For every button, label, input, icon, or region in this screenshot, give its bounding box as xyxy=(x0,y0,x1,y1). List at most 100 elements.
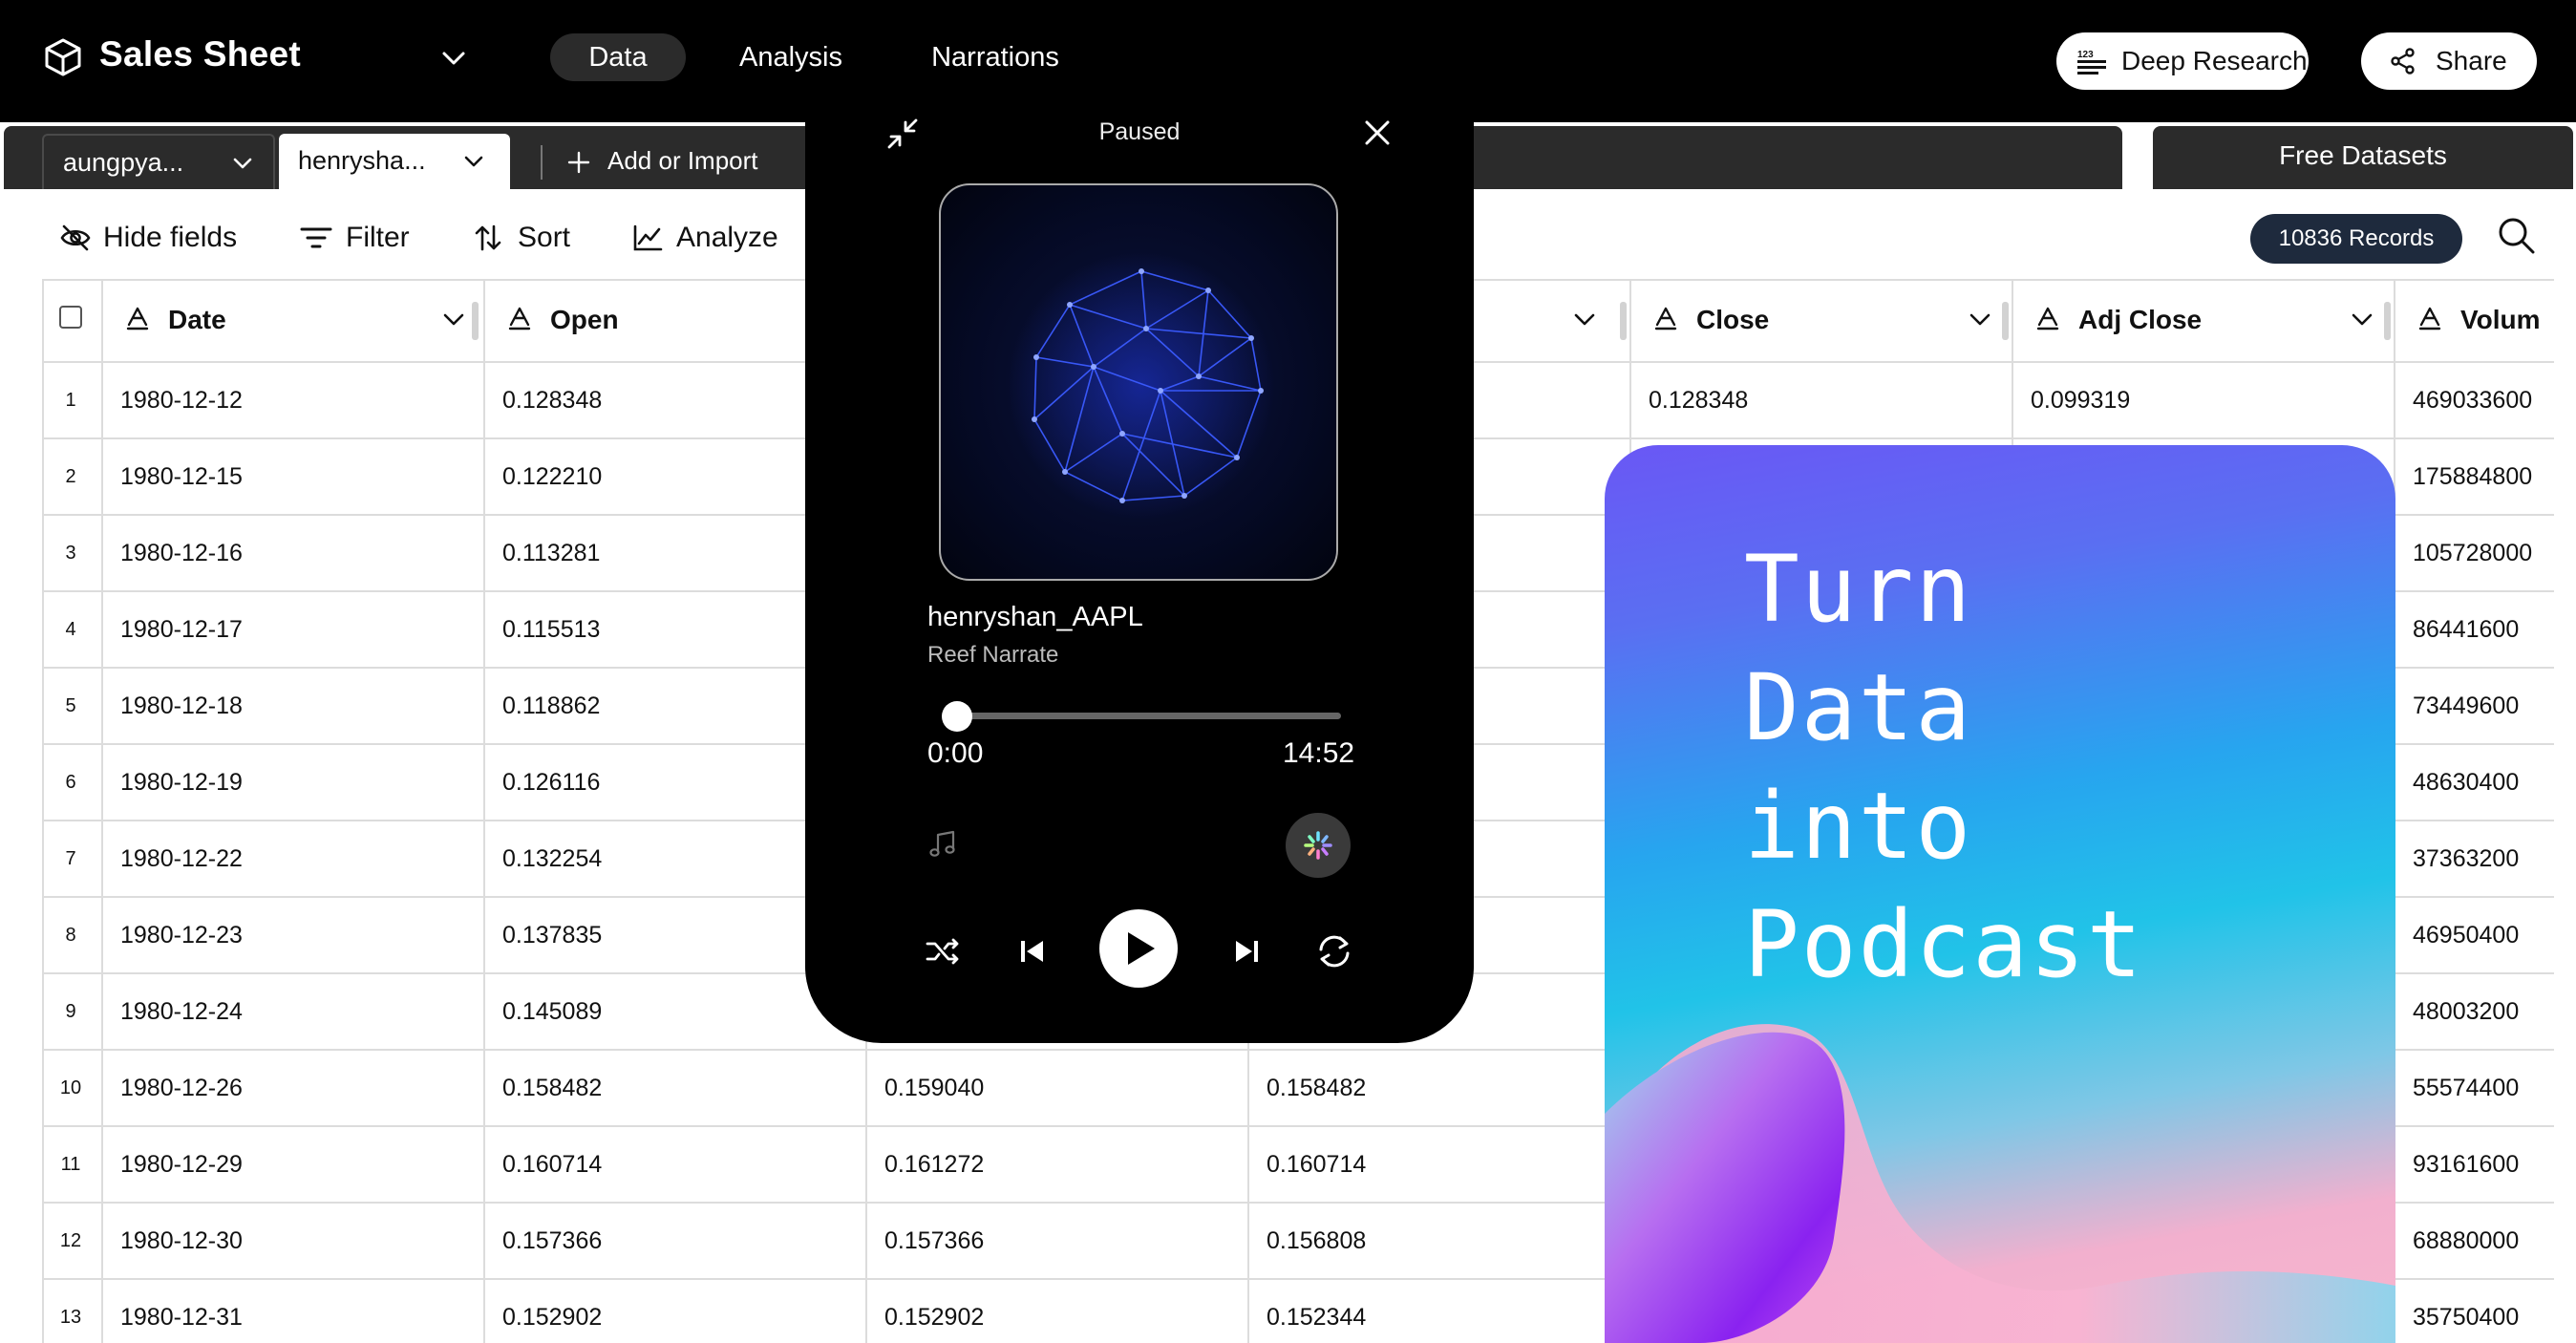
table-cell-open[interactable]: 0.126116 xyxy=(502,768,600,797)
table-cell-open[interactable]: 0.122210 xyxy=(502,462,602,491)
sheet-tab-aungpya[interactable]: aungpya... xyxy=(42,134,275,189)
table-cell-date[interactable]: 1980-12-19 xyxy=(120,768,243,797)
progress-bar[interactable] xyxy=(942,713,1341,719)
table-cell-vol[interactable]: 175884800 xyxy=(2413,462,2532,491)
chevron-down-icon[interactable] xyxy=(231,153,254,174)
column-resize-handle[interactable] xyxy=(1620,302,1627,340)
table-cell-date[interactable]: 1980-12-30 xyxy=(120,1226,243,1255)
chevron-down-icon[interactable] xyxy=(1572,309,1597,330)
spinner-icon[interactable] xyxy=(1285,812,1352,879)
table-cell-open[interactable]: 0.160714 xyxy=(502,1150,602,1179)
table-cell-close[interactable]: 0.128348 xyxy=(1649,386,1748,415)
table-cell-date[interactable]: 1980-12-16 xyxy=(120,539,243,567)
analyze-label: Analyze xyxy=(676,222,778,253)
share-button[interactable]: Share xyxy=(2361,32,2537,90)
repeat-icon[interactable] xyxy=(1313,930,1355,972)
table-cell-vol[interactable]: 93161600 xyxy=(2413,1150,2519,1179)
chevron-down-icon[interactable] xyxy=(441,309,466,330)
podcast-promo-card[interactable]: Turn Data into Podcast xyxy=(1605,445,2395,1343)
table-cell-open[interactable]: 0.157366 xyxy=(502,1226,602,1255)
column-resize-handle[interactable] xyxy=(2384,302,2391,340)
table-cell-date[interactable]: 1980-12-26 xyxy=(120,1074,243,1102)
table-cell-date[interactable]: 1980-12-18 xyxy=(120,692,243,720)
hide-fields-button[interactable]: Hide fields xyxy=(59,216,237,260)
tab-narrations[interactable]: Narrations xyxy=(907,33,1083,81)
sheet-tab-henryshan[interactable]: henrysha... xyxy=(279,134,510,189)
table-cell-vol[interactable]: 48630400 xyxy=(2413,768,2519,797)
search-icon[interactable] xyxy=(2495,214,2537,256)
table-cell-high[interactable]: 0.157366 xyxy=(884,1226,984,1255)
table-cell-open[interactable]: 0.152902 xyxy=(502,1303,602,1332)
table-cell-date[interactable]: 1980-12-31 xyxy=(120,1303,243,1332)
table-cell-vol[interactable]: 35750400 xyxy=(2413,1303,2519,1332)
chevron-down-icon[interactable] xyxy=(2350,309,2374,330)
table-cell-low[interactable]: 0.158482 xyxy=(1267,1074,1366,1102)
table-cell-date[interactable]: 1980-12-22 xyxy=(120,844,243,873)
tab-analysis[interactable]: Analysis xyxy=(722,33,860,81)
chevron-down-icon[interactable] xyxy=(462,151,485,172)
table-cell-vol[interactable]: 469033600 xyxy=(2413,386,2532,415)
promo-headline-line: Turn xyxy=(1744,536,1973,643)
column-header-date[interactable]: Date xyxy=(101,279,481,361)
table-cell-date[interactable]: 1980-12-17 xyxy=(120,615,243,644)
filter-button[interactable]: Filter xyxy=(300,216,410,260)
table-cell-date[interactable]: 1980-12-24 xyxy=(120,997,243,1026)
table-cell-vol[interactable]: 105728000 xyxy=(2413,539,2532,567)
table-cell-high[interactable]: 0.159040 xyxy=(884,1074,984,1102)
table-cell-open[interactable]: 0.115513 xyxy=(502,615,600,644)
table-cell-date[interactable]: 1980-12-15 xyxy=(120,462,243,491)
column-label: Close xyxy=(1696,305,1770,334)
table-cell-vol[interactable]: 48003200 xyxy=(2413,997,2519,1026)
table-cell-date[interactable]: 1980-12-29 xyxy=(120,1150,243,1179)
row-number: 1 xyxy=(65,390,76,411)
table-cell-vol[interactable]: 46950400 xyxy=(2413,921,2519,949)
play-button[interactable] xyxy=(1099,909,1178,988)
close-icon[interactable] xyxy=(1363,118,1392,147)
music-note-icon[interactable] xyxy=(926,827,960,862)
sort-button[interactable]: Sort xyxy=(474,216,570,260)
column-resize-handle[interactable] xyxy=(472,302,479,340)
column-header-close[interactable]: Close xyxy=(1629,279,2010,361)
tab-data[interactable]: Data xyxy=(550,33,686,81)
table-cell-open[interactable]: 0.145089 xyxy=(502,997,602,1026)
column-resize-handle[interactable] xyxy=(2002,302,2009,340)
free-datasets-button[interactable]: Free Datasets xyxy=(2153,126,2573,189)
table-cell-date[interactable]: 1980-12-12 xyxy=(120,386,243,415)
row-number: 8 xyxy=(65,925,76,946)
skip-forward-icon[interactable] xyxy=(1229,934,1264,969)
table-cell-date[interactable]: 1980-12-23 xyxy=(120,921,243,949)
table-cell-open[interactable]: 0.128348 xyxy=(502,386,602,415)
table-cell-adj[interactable]: 0.099319 xyxy=(2031,386,2130,415)
shuffle-icon[interactable] xyxy=(924,932,962,970)
line-chart-icon xyxy=(633,224,663,251)
table-cell-vol[interactable]: 86441600 xyxy=(2413,615,2519,644)
table-cell-open[interactable]: 0.137835 xyxy=(502,921,602,949)
table-cell-high[interactable]: 0.152902 xyxy=(884,1303,984,1332)
chevron-down-icon[interactable] xyxy=(437,42,470,75)
table-cell-vol[interactable]: 73449600 xyxy=(2413,692,2519,720)
add-or-import-button[interactable]: Add or Import xyxy=(567,134,758,189)
cube-icon[interactable] xyxy=(42,36,84,78)
column-header-volume[interactable]: Volum xyxy=(2394,279,2554,361)
table-cell-vol[interactable]: 68880000 xyxy=(2413,1226,2519,1255)
column-header-adj-close[interactable]: Adj Close xyxy=(2012,279,2392,361)
total-duration: 14:52 xyxy=(1283,737,1355,769)
table-cell-open[interactable]: 0.113281 xyxy=(502,539,600,567)
table-cell-open[interactable]: 0.132254 xyxy=(502,844,602,873)
table-cell-open[interactable]: 0.158482 xyxy=(502,1074,602,1102)
deep-research-button[interactable]: 123 Deep Research xyxy=(2056,32,2309,90)
table-cell-open[interactable]: 0.118862 xyxy=(502,692,600,720)
select-all-checkbox[interactable] xyxy=(59,306,82,329)
table-cell-vol[interactable]: 55574400 xyxy=(2413,1074,2519,1102)
numbers-list-icon: 123 xyxy=(2077,50,2106,75)
table-cell-high[interactable]: 0.161272 xyxy=(884,1150,984,1179)
table-cell-vol[interactable]: 37363200 xyxy=(2413,844,2519,873)
chevron-down-icon[interactable] xyxy=(1968,309,1992,330)
analyze-button[interactable]: Analyze xyxy=(632,216,778,260)
progress-knob[interactable] xyxy=(942,701,972,732)
table-cell-low[interactable]: 0.160714 xyxy=(1267,1150,1366,1179)
table-cell-low[interactable]: 0.152344 xyxy=(1267,1303,1366,1332)
table-cell-low[interactable]: 0.156808 xyxy=(1267,1226,1366,1255)
skip-back-icon[interactable] xyxy=(1015,934,1050,969)
text-field-icon xyxy=(508,307,531,330)
